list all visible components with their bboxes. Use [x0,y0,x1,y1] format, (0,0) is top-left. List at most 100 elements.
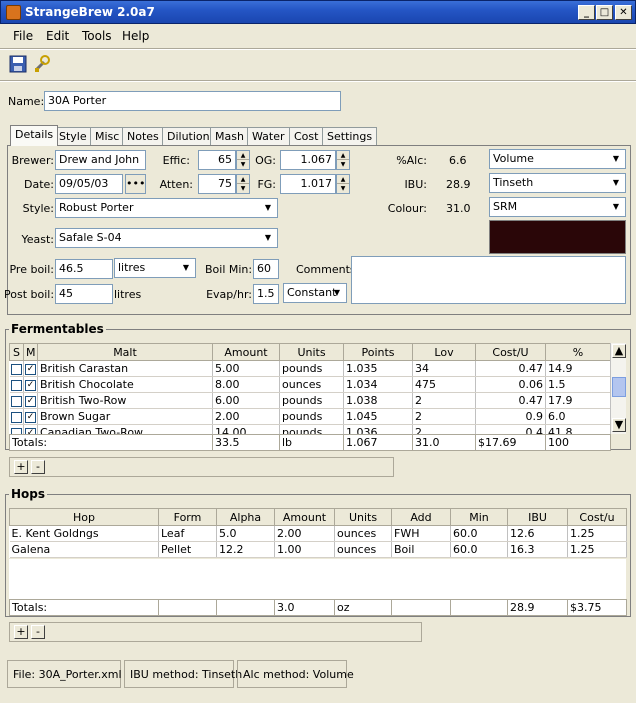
fermentables-col-header[interactable]: Malt [37,343,213,361]
tab-misc[interactable]: Misc [90,127,125,145]
cell-amount[interactable]: 5.00 [212,360,280,377]
menu-edit[interactable]: Edit [46,29,69,43]
cell-malt[interactable]: British Carastan [37,360,213,377]
tab-notes[interactable]: Notes [122,127,164,145]
spin-down-icon[interactable]: ▼ [337,184,349,193]
hops-col-header[interactable]: Add [391,508,451,526]
cell-malt[interactable]: British Chocolate [37,376,213,393]
evap-input[interactable]: 1.5 [253,284,279,304]
cell-min[interactable]: 60.0 [450,541,508,558]
minimize-button[interactable]: _ [578,5,595,20]
tab-water[interactable]: Water [247,127,290,145]
steep-checkbox[interactable] [10,379,22,391]
effic-input[interactable]: 65 [198,150,236,170]
cell-units[interactable]: pounds [279,408,344,425]
cell-points[interactable]: 1.035 [343,360,413,377]
cell-malt[interactable]: British Two-Row [37,392,213,409]
preboil-input[interactable]: 46.5 [55,259,113,279]
fermentables-col-header[interactable]: M [23,343,38,361]
mash-checkbox[interactable]: ✓ [25,379,36,391]
cell-hop[interactable]: Galena [9,541,159,558]
spin-up-icon[interactable]: ▲ [337,175,349,184]
postboil-input[interactable]: 45 [55,284,113,304]
table-row[interactable]: ✓ British Two-Row 6.00 pounds 1.038 2 0.47 17.9 [9,392,611,409]
cell-cost[interactable]: 0.47 [475,392,546,409]
spin-up-icon[interactable]: ▲ [237,175,249,184]
remove-hop-button[interactable]: - [31,625,45,639]
floppy-disk-icon[interactable] [8,54,28,74]
cell-pct[interactable]: 17.9 [545,392,611,409]
fermentables-col-header[interactable]: Amount [212,343,280,361]
cell-units[interactable]: pounds [279,392,344,409]
cell-lov[interactable]: 2 [412,392,476,409]
scroll-down-icon[interactable]: ▼ [612,418,626,432]
cell-units[interactable]: ounces [334,525,392,542]
cell-points[interactable]: 1.038 [343,392,413,409]
spin-down-icon[interactable]: ▼ [337,160,349,169]
cell-form[interactable]: Leaf [158,525,217,542]
tab-settings[interactable]: Settings [322,127,378,145]
cell-malt[interactable]: Brown Sugar [37,408,213,425]
cell-form[interactable]: Pellet [158,541,217,558]
fermentables-col-header[interactable]: S [9,343,24,361]
hops-col-header[interactable]: Min [450,508,508,526]
hops-col-header[interactable]: Amount [274,508,335,526]
cell-amount[interactable]: 8.00 [212,376,280,393]
spin-up-icon[interactable]: ▲ [337,151,349,160]
og-spinner[interactable]: ▲ ▼ [336,150,350,170]
cell-ibu[interactable]: 16.3 [507,541,568,558]
table-row[interactable]: Galena Pellet 12.2 1.00 ounces Boil 60.0 16.3 1.… [9,541,627,558]
evap-method-select[interactable]: Constant ▼ [283,283,347,303]
wrench-icon[interactable] [32,54,52,74]
comments-input[interactable] [351,256,626,304]
fermentables-col-header[interactable]: % [545,343,611,361]
menu-file[interactable]: File [13,29,33,43]
boilmin-input[interactable]: 60 [253,259,279,279]
fermentables-scrollbar[interactable]: ▲ ▼ [610,343,626,434]
date-input[interactable]: 09/05/03 [55,174,123,194]
cell-units[interactable]: ounces [279,376,344,393]
hops-col-header[interactable]: Form [158,508,217,526]
cell-lov[interactable]: 475 [412,376,476,393]
hops-col-header[interactable]: IBU [507,508,568,526]
fg-input[interactable]: 1.017 [280,174,336,194]
cell-units[interactable]: pounds [279,360,344,377]
date-picker-button[interactable]: ••• [125,174,146,194]
tab-cost[interactable]: Cost [289,127,324,145]
cell-amount[interactable]: 2.00 [212,408,280,425]
cell-lov[interactable]: 34 [412,360,476,377]
cell-cost[interactable]: 0.47 [475,360,546,377]
spin-down-icon[interactable]: ▼ [237,160,249,169]
cell-min[interactable]: 60.0 [450,525,508,542]
hops-col-header[interactable]: Units [334,508,392,526]
maximize-button[interactable]: □ [596,5,613,20]
atten-input[interactable]: 75 [198,174,236,194]
cell-cost[interactable]: 1.25 [567,525,627,542]
add-fermentable-button[interactable]: + [14,460,28,474]
cell-hop[interactable]: E. Kent Goldngs [9,525,159,542]
cell-amount[interactable]: 2.00 [274,525,335,542]
tab-dilution[interactable]: Dilution [162,127,215,145]
cell-points[interactable]: 1.045 [343,408,413,425]
hops-col-header[interactable]: Hop [9,508,159,526]
cell-add[interactable]: FWH [391,525,451,542]
menu-help[interactable]: Help [122,29,149,43]
cell-amount[interactable]: 1.00 [274,541,335,558]
tab-style[interactable]: Style [54,127,92,145]
add-hop-button[interactable]: + [14,625,28,639]
colour-method-select[interactable]: SRM ▼ [489,197,626,217]
alc-method-select[interactable]: Volume ▼ [489,149,626,169]
hops-col-header[interactable]: Cost/u [567,508,627,526]
scroll-up-icon[interactable]: ▲ [612,344,626,358]
table-row[interactable]: ✓ British Chocolate 8.00 ounces 1.034 475 0.06… [9,376,611,393]
hops-col-header[interactable]: Alpha [216,508,275,526]
close-button[interactable]: ✕ [615,5,632,20]
fermentables-col-header[interactable]: Lov [412,343,476,361]
brewer-input[interactable]: Drew and John [55,150,146,170]
tab-mash[interactable]: Mash [210,127,249,145]
og-input[interactable]: 1.067 [280,150,336,170]
cell-cost[interactable]: 0.06 [475,376,546,393]
table-row[interactable]: ✓ Brown Sugar 2.00 pounds 1.045 2 0.9 6.0 [9,408,611,425]
cell-alpha[interactable]: 12.2 [216,541,275,558]
cell-ibu[interactable]: 12.6 [507,525,568,542]
